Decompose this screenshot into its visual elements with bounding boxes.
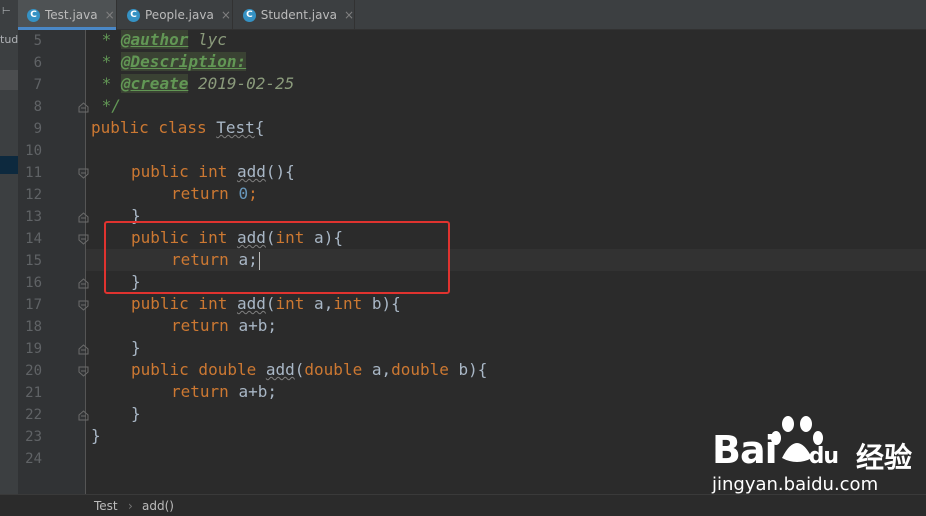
line-number: 17 bbox=[25, 297, 42, 313]
code-line-21: return a+b; bbox=[171, 382, 277, 401]
line-number: 21 bbox=[25, 385, 42, 401]
tab-label: Student.java bbox=[260, 8, 337, 22]
line-number: 12 bbox=[25, 187, 42, 203]
java-class-icon: C bbox=[243, 8, 256, 22]
code-line-7: * @create 2019-02-25 bbox=[92, 74, 295, 93]
highlight-box bbox=[104, 221, 450, 294]
line-number: 13 bbox=[25, 209, 42, 225]
code-line-22: } bbox=[131, 404, 141, 423]
fold-end-icon[interactable] bbox=[78, 410, 89, 421]
code-line-23: } bbox=[91, 426, 101, 445]
code-line-6: * @Description: bbox=[92, 52, 247, 71]
code-line-12: return 0; bbox=[171, 184, 258, 203]
javadoc-tag: @author bbox=[120, 30, 189, 49]
tab-people-java[interactable]: C People.java × bbox=[117, 0, 233, 30]
line-number: 14 bbox=[25, 231, 42, 247]
breadcrumb: Test › add() bbox=[0, 494, 926, 516]
watermark-brand: Bai du bbox=[712, 428, 839, 472]
java-class-icon: C bbox=[127, 8, 140, 22]
breadcrumb-class[interactable]: Test bbox=[94, 499, 118, 513]
code-line-9: public class Test{ bbox=[91, 118, 265, 137]
line-number: 7 bbox=[33, 77, 42, 93]
line-number: 9 bbox=[33, 121, 42, 137]
fold-start-icon[interactable] bbox=[78, 300, 89, 311]
code-line-18: return a+b; bbox=[171, 316, 277, 335]
code-line-11: public int add(){ bbox=[131, 162, 295, 181]
fold-start-icon[interactable] bbox=[78, 366, 89, 377]
fold-start-icon[interactable] bbox=[78, 168, 89, 179]
line-number: 23 bbox=[25, 429, 42, 445]
javadoc-tag: @Description: bbox=[120, 52, 247, 71]
line-number: 8 bbox=[33, 99, 42, 115]
fold-end-icon[interactable] bbox=[78, 102, 89, 113]
java-class-icon: C bbox=[27, 8, 40, 22]
tab-student-java[interactable]: C Student.java × bbox=[233, 0, 355, 30]
line-number: 24 bbox=[25, 451, 42, 467]
breadcrumb-method[interactable]: add() bbox=[142, 499, 174, 513]
line-number: 15 bbox=[25, 253, 42, 269]
editor-tab-bar: C Test.java × C People.java × C Student.… bbox=[18, 0, 926, 30]
watermark-url: jingyan.baidu.com bbox=[712, 474, 879, 495]
line-number: 18 bbox=[25, 319, 42, 335]
line-number: 20 bbox=[25, 363, 42, 379]
line-number: 11 bbox=[25, 165, 42, 181]
line-number: 16 bbox=[25, 275, 42, 291]
javadoc-tag: @create bbox=[120, 74, 189, 93]
close-icon[interactable]: × bbox=[105, 8, 115, 22]
line-number: 6 bbox=[33, 55, 42, 71]
line-number: 10 bbox=[25, 143, 42, 159]
panel-pin-icon[interactable]: ⊢ bbox=[2, 6, 11, 17]
tab-label: Test.java bbox=[45, 8, 98, 22]
code-line-8: */ bbox=[92, 96, 121, 115]
tab-label: People.java bbox=[145, 8, 214, 22]
fold-start-icon[interactable] bbox=[78, 234, 89, 245]
code-line-19: } bbox=[131, 338, 141, 357]
line-number: 5 bbox=[33, 33, 42, 49]
close-icon[interactable]: × bbox=[344, 8, 354, 22]
fold-end-icon[interactable] bbox=[78, 344, 89, 355]
code-line-20: public double add(double a,double b){ bbox=[131, 360, 488, 379]
close-icon[interactable]: × bbox=[221, 8, 231, 22]
code-line-5: * @author lyc bbox=[92, 30, 227, 49]
tab-test-java[interactable]: C Test.java × bbox=[18, 0, 117, 30]
fold-end-icon[interactable] bbox=[78, 212, 89, 223]
code-line-17: public int add(int a,int b){ bbox=[131, 294, 401, 313]
baidu-jingyan-watermark: Bai du 经验 jingyan.baidu.com bbox=[706, 414, 926, 495]
line-number: 19 bbox=[25, 341, 42, 357]
watermark-jingyan: 经验 bbox=[856, 441, 913, 474]
breadcrumb-separator: › bbox=[128, 499, 133, 513]
fold-end-icon[interactable] bbox=[78, 278, 89, 289]
line-number: 22 bbox=[25, 407, 42, 423]
